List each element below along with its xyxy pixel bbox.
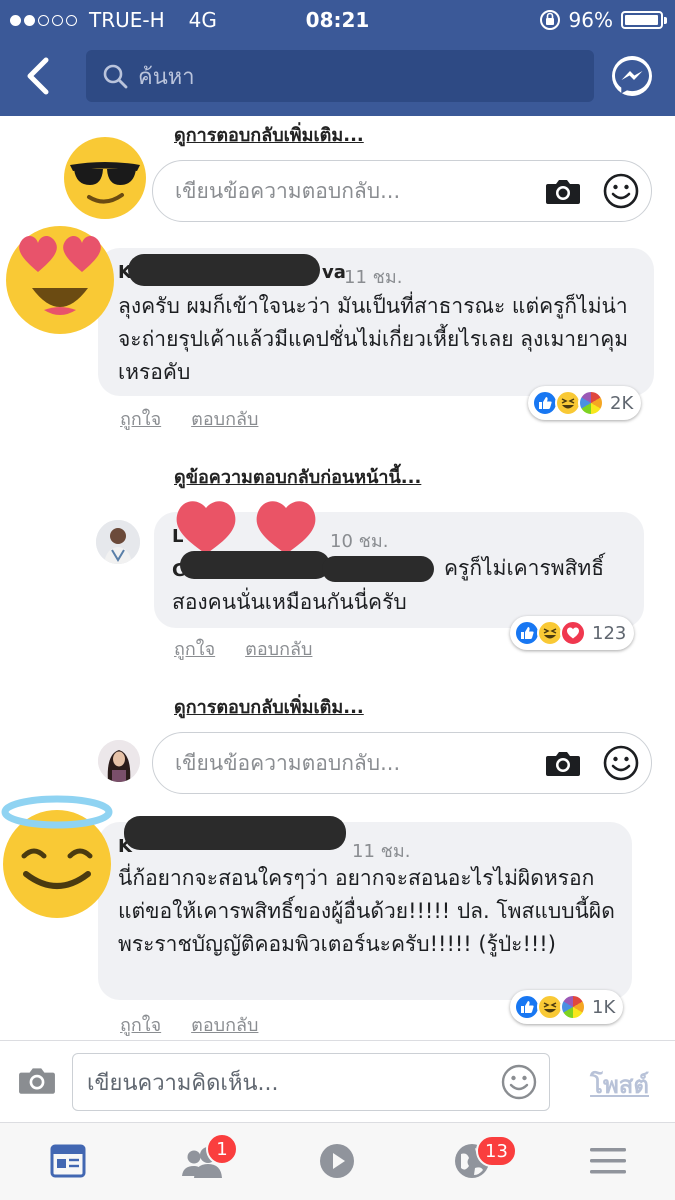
comment-input-field[interactable]: เขียนความคิดเห็น...: [72, 1053, 550, 1111]
notifications-badge: 13: [476, 1135, 517, 1167]
news-feed-icon: [50, 1144, 86, 1178]
chevron-left-icon: [27, 57, 49, 95]
view-more-replies-link[interactable]: ดูการตอบกลับเพิ่มเติม...: [174, 120, 364, 149]
reaction-summary[interactable]: 123: [510, 616, 635, 650]
reply-placeholder: เขียนข้อความตอบกลับ...: [175, 178, 401, 203]
tab-news-feed[interactable]: [44, 1137, 92, 1185]
reply-button[interactable]: ตอบกลับ: [191, 404, 258, 433]
orientation-lock-icon: [539, 10, 560, 30]
camera-icon[interactable]: [545, 177, 581, 205]
reaction-count: 1K: [592, 996, 616, 1018]
comment-timestamp: 11 ชม.: [344, 267, 403, 288]
back-button[interactable]: [20, 52, 60, 100]
like-button[interactable]: ถูกใจ: [120, 1010, 161, 1039]
comment-text: นี่ก้อยากจะสอนใครๆว่า อยากจะสอนอะไรไม่ผิ…: [118, 866, 615, 956]
emoji-smile-icon[interactable]: [501, 1064, 537, 1100]
sunglasses-emoji-icon: [64, 137, 146, 219]
avatar[interactable]: [96, 520, 140, 564]
like-button[interactable]: ถูกใจ: [120, 404, 161, 433]
reaction-count: 2K: [610, 392, 634, 414]
commenter-name-end[interactable]: va: [322, 262, 346, 283]
reply-button[interactable]: ตอบกลับ: [191, 1010, 258, 1039]
redacted-mention-block: [322, 556, 434, 582]
reply-button[interactable]: ตอบกลับ: [245, 634, 312, 663]
reply-timestamp: 10 ชม.: [330, 531, 389, 552]
reaction-summary[interactable]: 2K: [528, 386, 642, 420]
emoji-smile-icon[interactable]: [603, 173, 639, 209]
reply-placeholder: เขียนข้อความตอบกลับ...: [175, 750, 401, 775]
status-bar: TRUE-H 4G 08:21 96%: [0, 8, 675, 34]
pride-reaction-icon: [578, 390, 604, 416]
bottom-tab-bar: 1 13: [0, 1122, 675, 1200]
angel-halo-emoji-icon: [1, 795, 113, 918]
reaction-summary[interactable]: 1K: [510, 990, 624, 1024]
avatar[interactable]: [98, 740, 140, 782]
comment-text: ลุงครับ ผมก็เข้าใจนะว่า มันเป็นที่สาธารณ…: [118, 294, 629, 384]
battery-percent: 96%: [568, 8, 613, 32]
tab-menu[interactable]: [584, 1137, 632, 1185]
reply-input-field[interactable]: เขียนข้อความตอบกลับ...: [152, 732, 652, 794]
like-button[interactable]: ถูกใจ: [174, 634, 215, 663]
redacted-mention-block: [180, 551, 330, 579]
reply-actions: ถูกใจ ตอบกลับ: [174, 634, 312, 663]
view-more-replies-link[interactable]: ดูการตอบกลับเพิ่มเติม...: [174, 692, 364, 721]
battery-icon: [621, 11, 667, 29]
top-navigation-bar: TRUE-H 4G 08:21 96% ค้นหา: [0, 0, 675, 116]
comment-timestamp: 11 ชม.: [352, 841, 411, 862]
messenger-button[interactable]: [612, 56, 652, 96]
pride-reaction-icon: [560, 994, 586, 1020]
comment-composer: เขียนความคิดเห็น... โพสต์: [0, 1040, 675, 1122]
reaction-count: 123: [592, 622, 627, 644]
tab-watch[interactable]: [313, 1137, 361, 1185]
camera-icon[interactable]: [18, 1065, 56, 1095]
reply-text: ครูก็ไม่เคารพสิทธิ์: [444, 556, 605, 580]
post-button[interactable]: โพสต์: [590, 1065, 649, 1104]
comment-placeholder: เขียนความคิดเห็น...: [87, 1070, 279, 1096]
love-reaction-icon: [560, 620, 586, 646]
search-placeholder: ค้นหา: [138, 64, 195, 90]
reply-text-line2: สองคนนั่นเหมือนกันนี่ครับ: [172, 590, 407, 614]
search-icon: [103, 64, 128, 89]
emoji-smile-icon[interactable]: [603, 745, 639, 781]
hamburger-menu-icon: [590, 1148, 626, 1174]
play-video-icon: [320, 1144, 354, 1178]
facebook-comment-thread-screen: TRUE-H 4G 08:21 96% ค้นหา ดูการตอบกลับเพ…: [0, 0, 675, 1200]
reply-input-field[interactable]: เขียนข้อความตอบกลับ...: [152, 160, 652, 222]
messenger-icon: [615, 60, 649, 94]
view-previous-replies-link[interactable]: ดูข้อความตอบกลับก่อนหน้านี้...: [174, 462, 421, 491]
friend-requests-badge: 1: [206, 1133, 238, 1165]
search-input[interactable]: ค้นหา: [86, 50, 594, 102]
heart-eyes-emoji-icon: [6, 226, 114, 334]
comment-actions: ถูกใจ ตอบกลับ: [120, 1010, 258, 1039]
redacted-name-block: [124, 816, 346, 850]
redacted-name-block: [128, 254, 320, 286]
comment-actions: ถูกใจ ตอบกลับ: [120, 404, 258, 433]
status-right: 96%: [539, 8, 667, 32]
camera-icon[interactable]: [545, 749, 581, 777]
heart-stickers-icon: [176, 501, 316, 554]
